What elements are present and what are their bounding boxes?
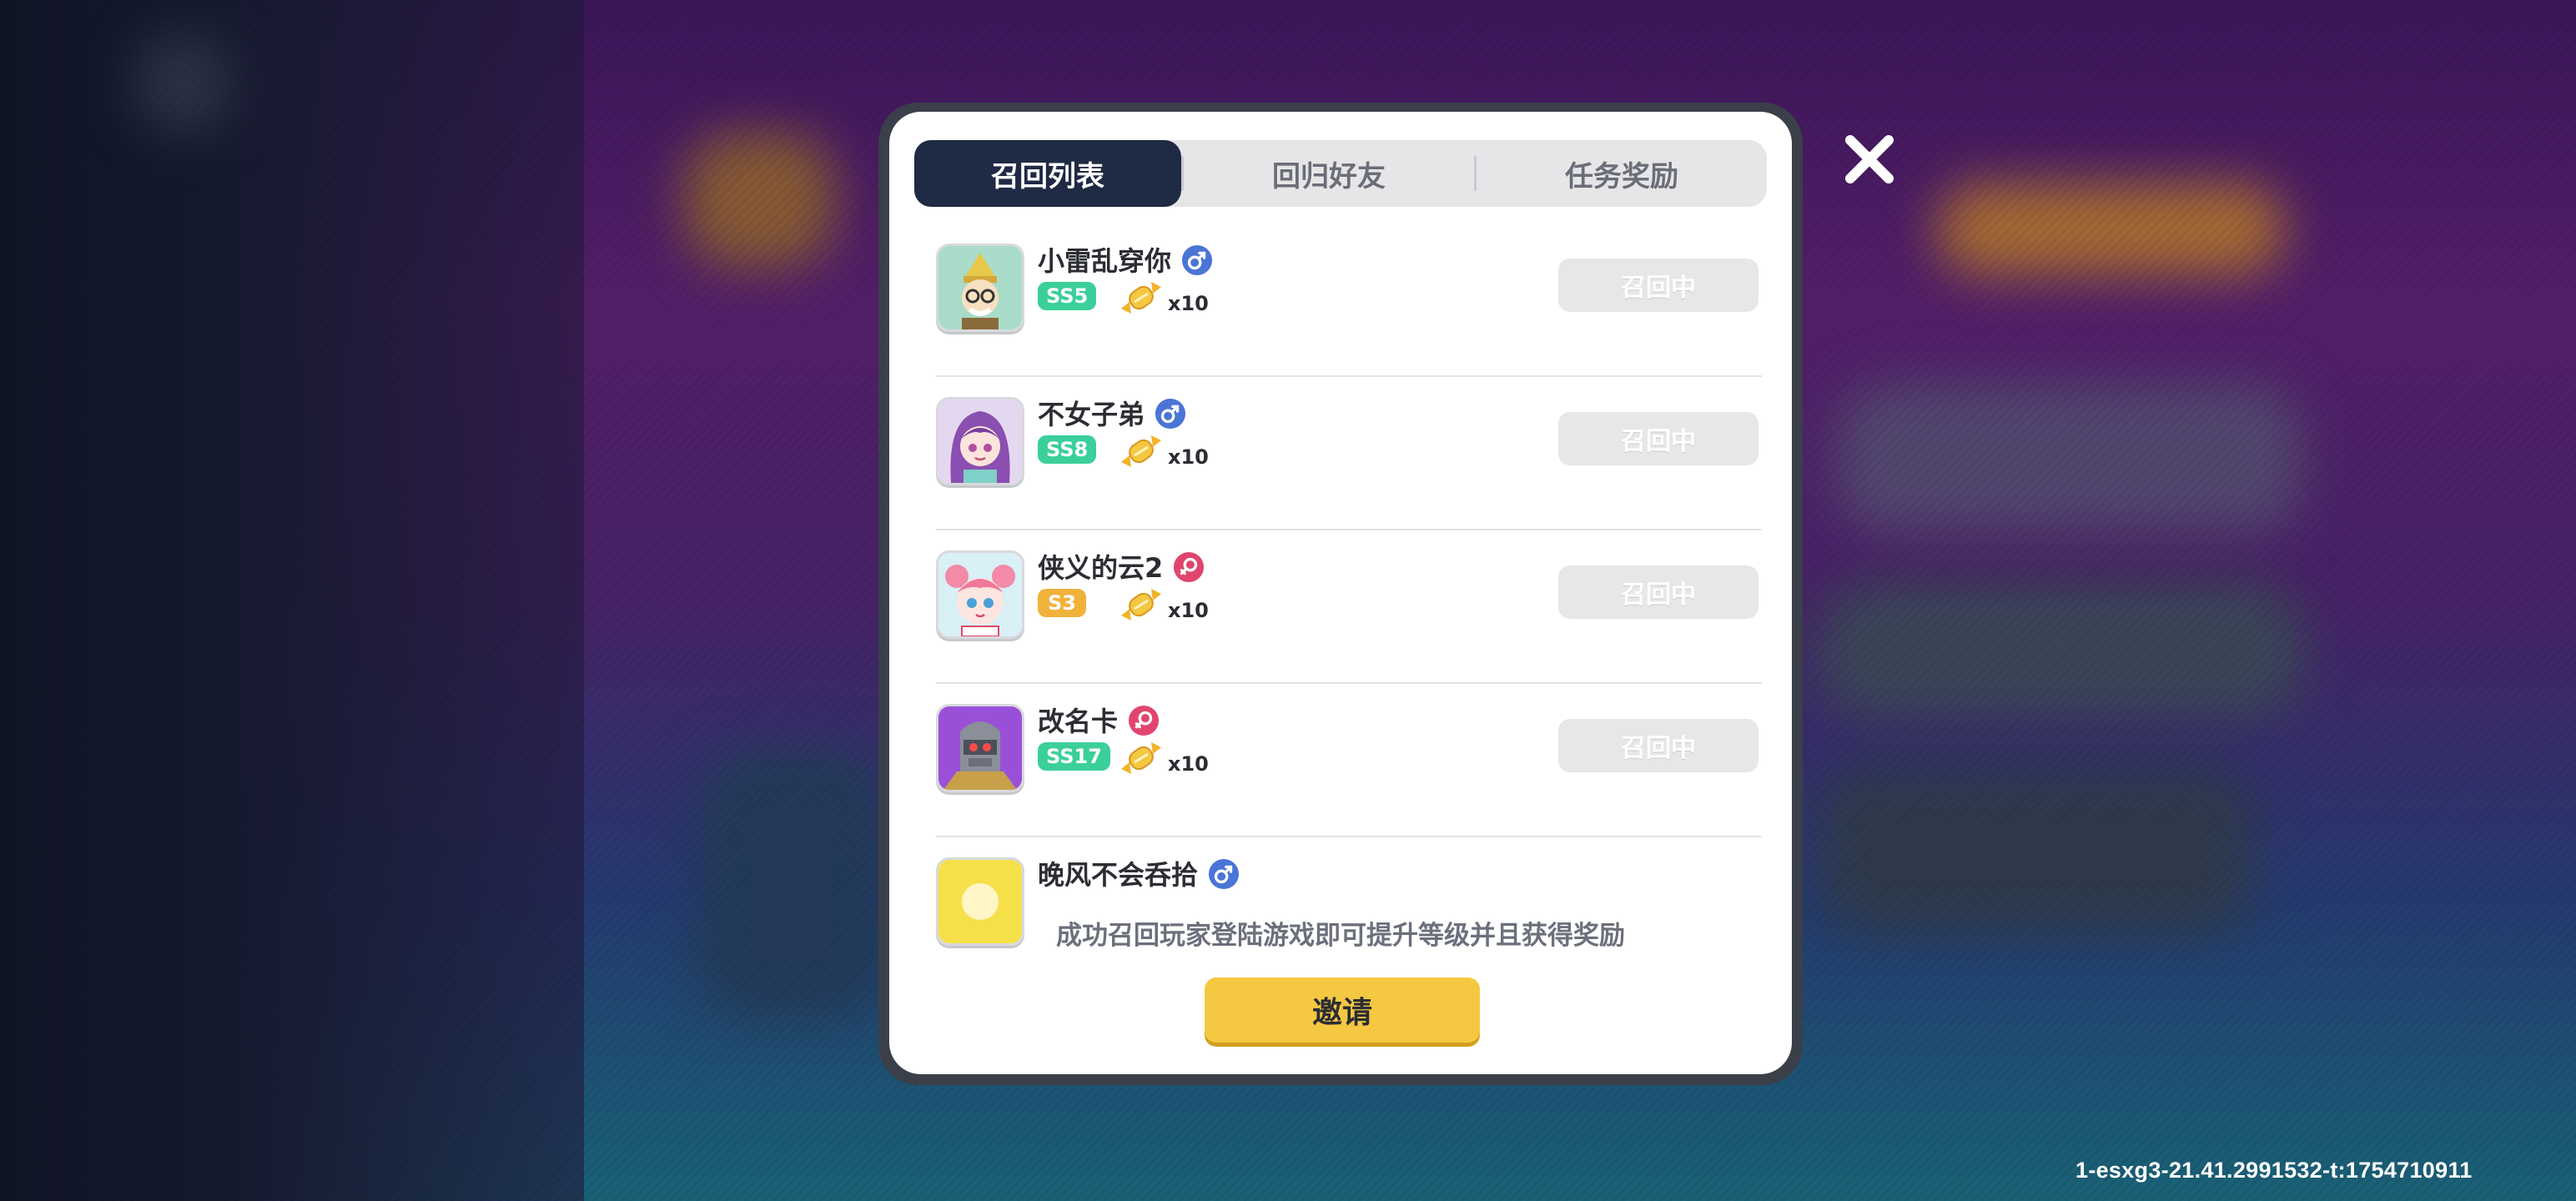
reward-quantity: x10 xyxy=(1168,599,1209,622)
female-icon xyxy=(1173,551,1205,583)
player-name: 晚风不会呑拾 xyxy=(1038,854,1240,892)
female-icon xyxy=(1128,705,1160,736)
male-icon xyxy=(1208,858,1240,890)
close-icon[interactable] xyxy=(1840,130,1899,188)
list-item: 改名卡 SS17 x10 召回中 xyxy=(936,684,1762,837)
avatar xyxy=(936,704,1024,792)
list-item: 晚风不会呑拾 xyxy=(936,837,1762,982)
male-icon xyxy=(1181,244,1213,276)
avatar xyxy=(936,550,1024,639)
player-name: 改名卡 xyxy=(1038,701,1160,739)
player-name: 小雷乱穿你 xyxy=(1038,240,1213,279)
reward-quantity: x10 xyxy=(1168,752,1209,776)
candy-icon xyxy=(1118,277,1165,319)
male-icon xyxy=(1155,398,1186,430)
reward-quantity: x10 xyxy=(1168,445,1209,469)
list-item: 不女子弟 SS8 x10 召回中 xyxy=(936,377,1762,530)
player-name: 侠义的云2 xyxy=(1038,547,1205,585)
build-info-text: 1-esxg3-21.41.2991532-t:1754710911 xyxy=(2075,1158,2473,1183)
avatar xyxy=(936,244,1024,332)
rank-badge: SS17 xyxy=(1038,742,1110,771)
recall-status-button[interactable]: 召回中 xyxy=(1558,259,1758,312)
recall-status-button[interactable]: 召回中 xyxy=(1558,412,1758,465)
recall-status-button[interactable]: 召回中 xyxy=(1558,719,1758,772)
list-item: 小雷乱穿你 SS5 x10 召回中 xyxy=(936,224,1762,377)
reward-quantity: x10 xyxy=(1168,292,1209,315)
rank-badge: SS8 xyxy=(1038,435,1097,464)
recall-player-list[interactable]: 小雷乱穿你 SS5 x10 召回中 不女子弟 SS8 x10 召回中 侠义的云2… xyxy=(889,224,1792,982)
candy-icon xyxy=(1118,737,1165,779)
player-name: 不女子弟 xyxy=(1038,394,1186,432)
candy-icon xyxy=(1118,584,1165,626)
recall-status-button[interactable]: 召回中 xyxy=(1558,565,1758,619)
list-item: 侠义的云2 S3 x10 召回中 xyxy=(936,530,1762,684)
tab-recall-list[interactable]: 召回列表 xyxy=(914,140,1181,207)
candy-icon xyxy=(1118,430,1165,472)
recall-hint-text: 成功召回玩家登陆游戏即可提升等级并且获得奖励 xyxy=(1056,921,1625,951)
tab-task-rewards[interactable]: 任务奖励 xyxy=(1477,140,1767,207)
avatar xyxy=(936,397,1024,485)
rank-badge: SS5 xyxy=(1038,282,1097,310)
tab-returning-friends[interactable]: 回归好友 xyxy=(1184,140,1474,207)
invite-button[interactable]: 邀请 xyxy=(1205,977,1480,1043)
recall-dialog: 召回列表 回归好友 任务奖励 小雷乱穿你 SS5 x10 召回中 不女子弟 SS… xyxy=(889,112,1792,1074)
tab-bar: 召回列表 回归好友 任务奖励 xyxy=(914,140,1767,207)
rank-badge: S3 xyxy=(1038,589,1086,617)
